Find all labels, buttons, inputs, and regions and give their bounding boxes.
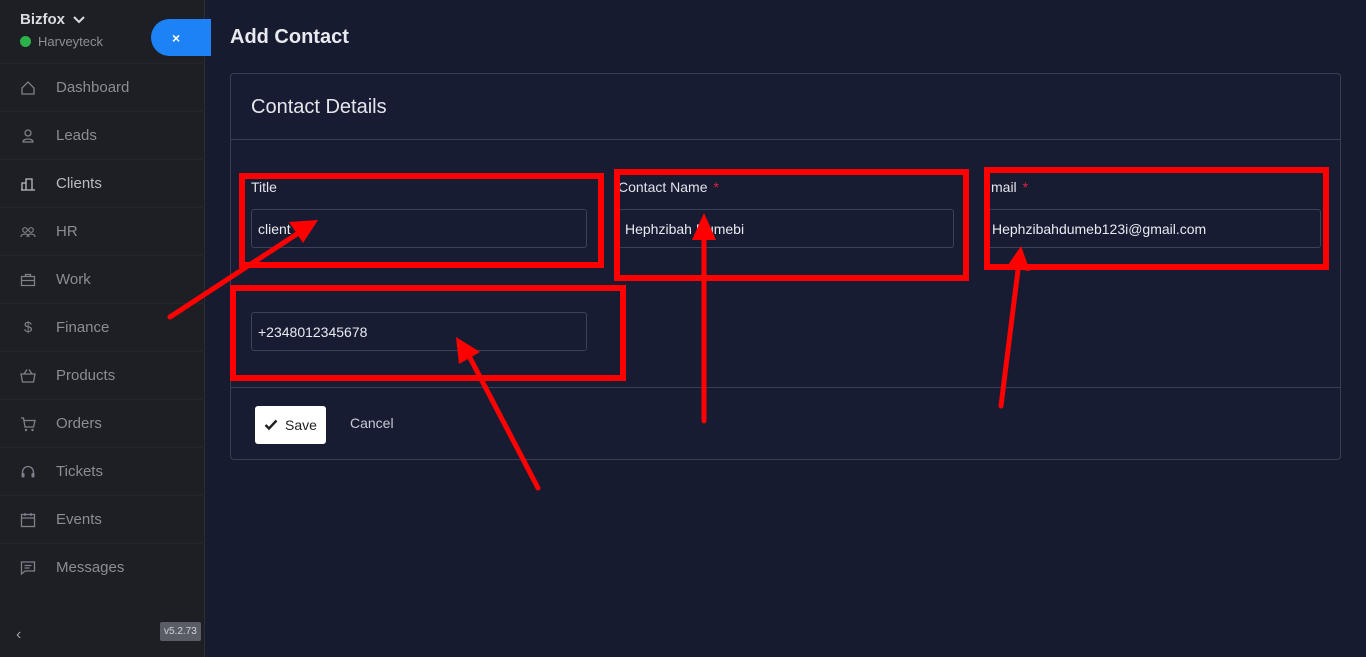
sidebar-item-label: HR bbox=[56, 223, 78, 240]
phone-label: Phone bbox=[251, 283, 292, 299]
required-marker: * bbox=[713, 179, 719, 195]
chevron-down-icon bbox=[73, 15, 85, 23]
sidebar-item-work[interactable]: Work bbox=[0, 255, 205, 303]
contact-name-input[interactable]: Hephzibah Dumebi bbox=[618, 209, 954, 248]
sidebar-item-dashboard[interactable]: Dashboard bbox=[0, 63, 205, 111]
close-sidebar-button[interactable]: × bbox=[151, 19, 211, 56]
sidebar-item-label: Clients bbox=[56, 175, 102, 192]
brand[interactable]: Bizfox Harveyteck bbox=[20, 11, 103, 49]
sidebar-item-tickets[interactable]: Tickets bbox=[0, 447, 205, 495]
sidebar-item-finance[interactable]: $ Finance bbox=[0, 303, 205, 351]
calendar-icon bbox=[20, 512, 36, 528]
dollar-icon: $ bbox=[23, 319, 33, 336]
check-icon bbox=[264, 419, 278, 431]
collapse-sidebar-icon[interactable]: ‹ bbox=[16, 626, 21, 644]
contact-name-label-text: Contact Name bbox=[618, 179, 708, 195]
sidebar-item-label: Finance bbox=[56, 319, 110, 336]
sidebar-item-leads[interactable]: Leads bbox=[0, 111, 205, 159]
cart-icon bbox=[20, 416, 36, 432]
page-title: Add Contact bbox=[230, 26, 349, 48]
sidebar-item-clients[interactable]: Clients bbox=[0, 159, 205, 207]
sidebar-item-label: Work bbox=[56, 271, 91, 288]
sidebar-item-label: Tickets bbox=[56, 463, 103, 480]
save-button-label: Save bbox=[285, 417, 317, 433]
card-title: Contact Details bbox=[231, 74, 1340, 140]
message-icon bbox=[20, 560, 36, 576]
building-icon bbox=[20, 176, 36, 192]
version-badge: v5.2.73 bbox=[160, 622, 201, 641]
brand-name: Bizfox bbox=[20, 11, 65, 28]
title-input[interactable]: client bbox=[251, 209, 587, 248]
sidebar-item-label: Dashboard bbox=[56, 79, 130, 96]
save-button[interactable]: Save bbox=[255, 406, 326, 444]
contact-details-card: Contact Details Title client Contact Nam… bbox=[230, 73, 1341, 460]
title-label: Title bbox=[251, 179, 277, 195]
user-icon bbox=[20, 128, 36, 144]
house-icon bbox=[20, 80, 36, 96]
sidebar-item-products[interactable]: Products bbox=[0, 351, 205, 399]
sidebar-item-messages[interactable]: Messages bbox=[0, 543, 205, 591]
headset-icon bbox=[20, 464, 36, 480]
email-input[interactable]: Hephzibahdumeb123i@gmail.com bbox=[985, 209, 1321, 248]
people-icon bbox=[20, 224, 36, 240]
sidebar-item-hr[interactable]: HR bbox=[0, 207, 205, 255]
contact-name-label: Contact Name * bbox=[618, 179, 719, 195]
user-name: Harveyteck bbox=[38, 34, 104, 49]
sidebar-item-orders[interactable]: Orders bbox=[0, 399, 205, 447]
basket-icon bbox=[20, 368, 36, 384]
online-status-dot bbox=[20, 36, 31, 47]
briefcase-icon bbox=[20, 272, 36, 288]
sidebar-nav: Dashboard Leads Clients HR Work $ Financ… bbox=[0, 63, 205, 591]
sidebar-item-label: Leads bbox=[56, 127, 97, 144]
sidebar-item-events[interactable]: Events bbox=[0, 495, 205, 543]
sidebar-item-label: Events bbox=[56, 511, 102, 528]
email-label: mail * bbox=[991, 179, 1028, 195]
sidebar: Bizfox Harveyteck × Dashboard Leads Clie… bbox=[0, 0, 211, 657]
cancel-button[interactable]: Cancel bbox=[350, 415, 394, 431]
phone-input[interactable]: +2348012345678 bbox=[251, 312, 587, 351]
card-footer: Save Cancel bbox=[231, 387, 1340, 459]
sidebar-item-label: Products bbox=[56, 367, 116, 384]
sidebar-item-label: Orders bbox=[56, 415, 102, 432]
required-marker: * bbox=[1022, 179, 1029, 195]
email-label-text: mail bbox=[991, 179, 1017, 195]
sidebar-item-label: Messages bbox=[56, 559, 125, 576]
